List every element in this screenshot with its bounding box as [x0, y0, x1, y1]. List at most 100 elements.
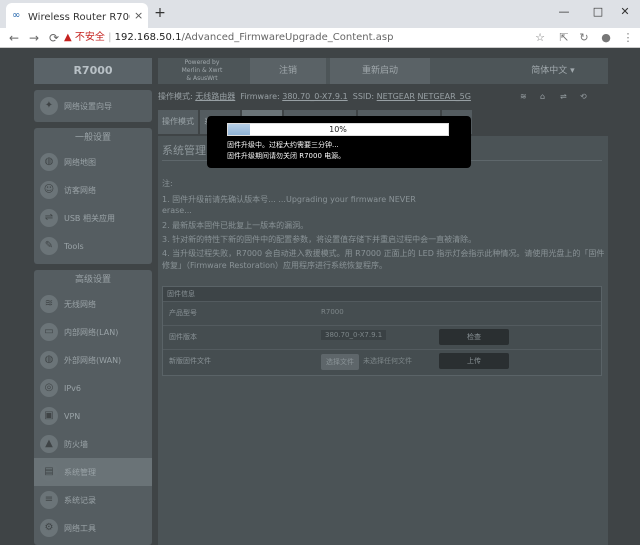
- sidebar-item-label: 内部网络(LAN): [64, 327, 119, 337]
- upgrade-warning: 固件升级期间请勿关闭 R7000 电源。: [227, 152, 346, 160]
- upload-button[interactable]: 上传: [439, 353, 509, 369]
- sidebar-item-tools[interactable]: ✎ Tools: [34, 232, 152, 260]
- row-key: 新版固件文件: [169, 357, 211, 365]
- status-icon: ⌂: [540, 92, 546, 101]
- browser-tab[interactable]: ∞ Wireless Router R7000 - 固件升 ×: [6, 3, 148, 28]
- firmware-info-table: 固件信息 产品型号 R7000 固件版本 380.70_0-X7.9.1 检查 …: [162, 286, 602, 376]
- note-line: 4. 当升级过程失败，R7000 会自动进入救援模式。用 R7000 正面上的 …: [162, 249, 605, 258]
- note-line: 修复」（Firmware Restoration）应用程序进行系统恢复程序。: [162, 261, 388, 270]
- note-line: 1. 固件升级前请先确认版本号... ...Upgrading your fir…: [162, 195, 416, 204]
- language-select[interactable]: 简体中文 ▾: [498, 58, 608, 84]
- sidebar-item-label: 系统管理: [64, 467, 96, 477]
- table-header: 固件信息: [163, 287, 601, 301]
- tab-operation-mode[interactable]: 操作模式: [158, 110, 198, 134]
- usb-status-icon: ⇌: [560, 92, 567, 101]
- sidebar-item-label: IPv6: [64, 383, 82, 393]
- brand-line: & AsusWrt: [186, 75, 218, 82]
- sidebar-item-label: 防火墙: [64, 439, 88, 449]
- tab-close-icon[interactable]: ×: [134, 9, 143, 22]
- gear-icon: ⚙: [40, 519, 58, 537]
- warning-triangle-icon: ▲: [64, 32, 72, 43]
- table-row: 固件版本 380.70_0-X7.9.1 检查: [163, 325, 601, 349]
- chosen-file-text: 未选择任何文件: [363, 357, 412, 365]
- wrench-icon: ✎: [40, 237, 58, 255]
- ssid-value[interactable]: NETGEAR: [377, 92, 415, 101]
- sidebar-item-ipv6[interactable]: ◎ IPv6: [34, 374, 152, 402]
- logout-button[interactable]: 注销: [250, 58, 326, 84]
- reload-icon[interactable]: ⟳: [46, 30, 62, 46]
- check-button[interactable]: 检查: [439, 329, 509, 345]
- menu-dots-icon[interactable]: ⋮: [620, 30, 636, 46]
- mode-value[interactable]: 无线路由器: [195, 92, 235, 101]
- choose-file-button[interactable]: 选择文件: [321, 354, 359, 370]
- sidebar-item-administration[interactable]: ▤ 系统管理: [34, 458, 152, 486]
- guest-icon: ☺: [40, 181, 58, 199]
- upgrade-progress-dialog: 10% 固件升级中。过程大约需要三分钟... 固件升级期间请勿关闭 R7000 …: [207, 116, 471, 168]
- back-arrow-icon[interactable]: ←: [6, 30, 22, 46]
- table-row: 新版固件文件 选择文件 未选择任何文件 上传: [163, 349, 601, 373]
- sidebar: R7000 ✦ 网络设置向导 一般设置 ◍ 网络地图 ☺ 访客网络 ⇌ USB …: [34, 58, 152, 545]
- sidebar-item-label: 系统记录: [64, 495, 96, 505]
- globe-icon: ◍: [40, 153, 58, 171]
- sidebar-item-network-tools[interactable]: ⚙ 网络工具: [34, 514, 152, 542]
- url-path: /Advanced_FirmwareUpgrade_Content.asp: [181, 32, 394, 43]
- sidebar-item-vpn[interactable]: ▣ VPN: [34, 402, 152, 430]
- sidebar-item-quick-setup[interactable]: ✦ 网络设置向导: [34, 92, 152, 120]
- sidebar-item-usb[interactable]: ⇌ USB 相关应用: [34, 204, 152, 232]
- section-heading: 高级设置: [74, 275, 111, 285]
- window-maximize-button[interactable]: □: [588, 3, 608, 21]
- row-key: 产品型号: [169, 309, 197, 317]
- profile-icon[interactable]: ●: [598, 30, 614, 46]
- address-toolbar: ← → ⟳ ▲ 不安全 | 192.168.50.1/Advanced_Firm…: [0, 28, 640, 48]
- chevron-down-icon: ▾: [570, 66, 575, 76]
- sidebar-item-wireless[interactable]: ≋ 无线网络: [34, 290, 152, 318]
- sidebar-item-firewall[interactable]: ▲ 防火墙: [34, 430, 152, 458]
- status-infobar: 操作模式: 无线路由器 Firmware: 380.70_0-X7.9.1 SS…: [158, 86, 608, 108]
- sidebar-item-system-log[interactable]: ≡ 系统记录: [34, 486, 152, 514]
- admin-icon: ▤: [40, 463, 58, 481]
- reboot-button[interactable]: 重新启动: [330, 58, 430, 84]
- sidebar-item-label: Tools: [64, 241, 84, 251]
- router-topbar: Powered by Merlin & Xwrt & AsusWrt 注销 重新…: [158, 58, 608, 84]
- ssid-value[interactable]: NETGEAR_5G: [417, 92, 471, 101]
- note-line: 3. 针对新的特性下新的固件中的配置参数，将设置值存储下并重启过程中会一直被清除…: [162, 235, 477, 244]
- wifi-icon: ≋: [40, 295, 58, 313]
- window-minimize-button[interactable]: —: [554, 3, 574, 21]
- new-tab-button[interactable]: +: [152, 5, 168, 21]
- advanced-section: 高级设置 ≋ 无线网络 ▭ 内部网络(LAN) ◍ 外部网络(WAN) ◎ IPv6 ▣…: [34, 270, 152, 545]
- sidebar-item-label: 访客网络: [64, 185, 96, 195]
- sidebar-item-guest-network[interactable]: ☺ 访客网络: [34, 176, 152, 204]
- wizard-icon: ✦: [40, 97, 58, 115]
- sidebar-item-network-map[interactable]: ◍ 网络地图: [34, 148, 152, 176]
- mode-label: 操作模式:: [158, 92, 193, 101]
- upgrade-progress-bar: 10%: [227, 123, 449, 136]
- forward-arrow-icon[interactable]: →: [26, 30, 42, 46]
- ipv6-icon: ◎: [40, 379, 58, 397]
- language-value: 简体中文: [531, 66, 568, 76]
- url-field[interactable]: ▲ 不安全 | 192.168.50.1/Advanced_FirmwareUp…: [64, 29, 564, 47]
- sidebar-item-label: 网络设置向导: [64, 101, 112, 111]
- sidebar-item-label: 网络地图: [64, 157, 96, 167]
- section-heading: 一般设置: [74, 133, 111, 143]
- firewall-icon: ▲: [40, 435, 58, 453]
- upgrade-message: 固件升级中。过程大约需要三分钟...: [227, 141, 339, 149]
- bookmark-star-icon[interactable]: ☆: [532, 30, 548, 46]
- brand-credit: Powered by Merlin & Xwrt & AsusWrt: [158, 58, 246, 84]
- router-logo: R7000: [34, 58, 152, 84]
- extension-cursor-icon[interactable]: ⇱: [556, 30, 572, 46]
- url-host: 192.168.50.1: [114, 32, 182, 43]
- brand-line: Merlin & Xwrt: [181, 67, 223, 74]
- sidebar-item-label: USB 相关应用: [64, 213, 115, 223]
- row-value: 380.70_0-X7.9.1: [321, 330, 387, 340]
- window-close-button[interactable]: ✕: [615, 3, 635, 21]
- lan-icon: ▭: [40, 323, 58, 341]
- extension-refresh-icon[interactable]: ↻: [576, 30, 592, 46]
- firmware-value[interactable]: 380.70_0-X7.9.1: [282, 92, 347, 101]
- share-status-icon: ⟲: [580, 92, 587, 101]
- router-favicon-icon: ∞: [12, 9, 21, 21]
- general-section: 一般设置 ◍ 网络地图 ☺ 访客网络 ⇌ USB 相关应用 ✎ Tools: [34, 128, 152, 264]
- wan-globe-icon: ◍: [40, 351, 58, 369]
- sidebar-item-wan[interactable]: ◍ 外部网络(WAN): [34, 346, 152, 374]
- usb-icon: ⇌: [40, 209, 58, 227]
- sidebar-item-lan[interactable]: ▭ 内部网络(LAN): [34, 318, 152, 346]
